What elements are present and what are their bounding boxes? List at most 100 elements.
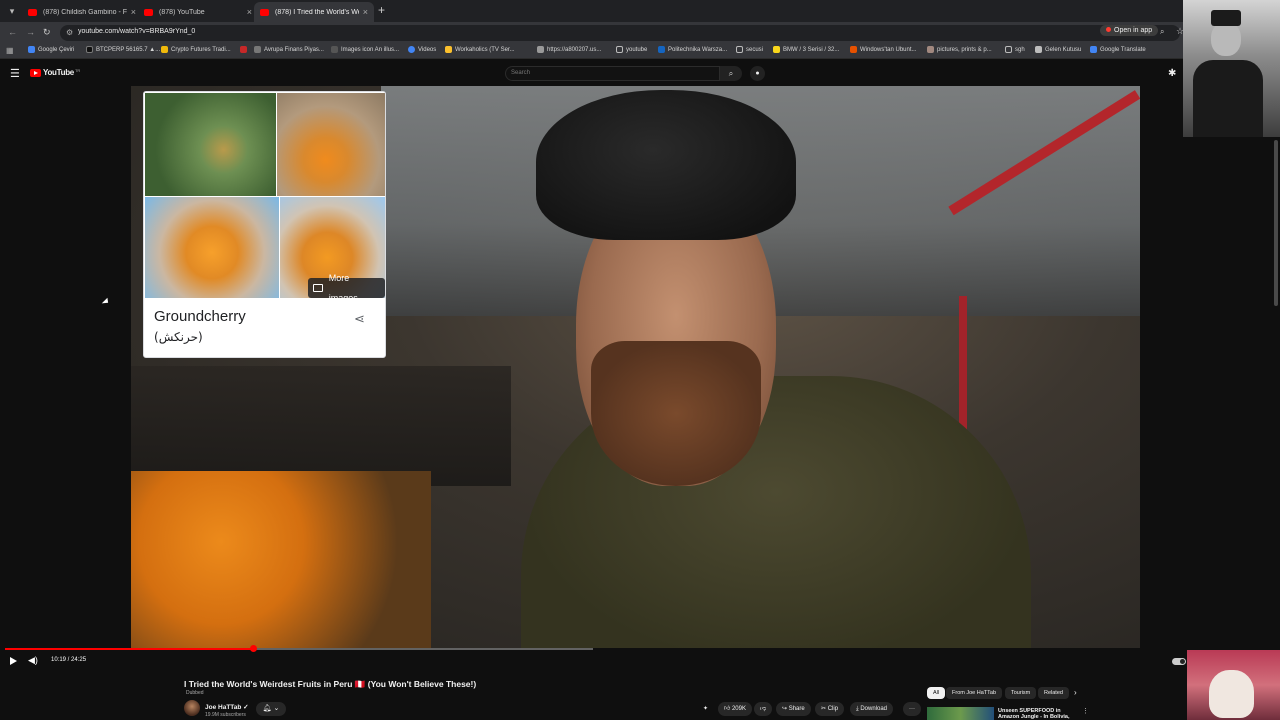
bookmark[interactable]: secusi [736, 46, 763, 53]
share-arrow-icon: ↪ [782, 706, 789, 712]
more-images-button[interactable]: More images [308, 273, 385, 303]
bookmark[interactable]: Windows'tan Ubunt... [850, 46, 917, 53]
youtube-favicon-icon [260, 8, 269, 16]
play-button[interactable] [10, 657, 17, 665]
bell-icon: 🔔︎ ⌄ [262, 705, 280, 712]
ai-sparkle-icon[interactable]: ✦ [703, 702, 708, 716]
bookmark[interactable]: Crypto Futures Tradi... [161, 46, 231, 53]
bookmark[interactable]: Avrupa Finans Piyas... [254, 46, 324, 53]
search-input[interactable]: Search [505, 66, 720, 81]
card-title: Groundcherry [154, 308, 246, 325]
close-tab-icon[interactable]: × [247, 7, 252, 17]
search-placeholder: Search [511, 70, 531, 76]
share-button[interactable]: ↪ Share [776, 702, 811, 716]
zoom-icon[interactable]: ⌕ [1160, 27, 1164, 37]
tab-search-icon[interactable]: ▾ [4, 3, 20, 19]
subscriber-count: 19.9M subscribers [205, 712, 246, 718]
tab-title: (878) YouTube [159, 8, 205, 16]
site-info-icon[interactable]: ⚙ [66, 28, 73, 37]
figure-head [1211, 22, 1241, 56]
close-tab-icon[interactable]: × [131, 7, 136, 17]
url-text[interactable]: youtube.com/watch?v=BRBA9rYnd_0 [78, 28, 195, 35]
groundcherry-leaves-image[interactable] [145, 93, 276, 196]
microphone-icon: ● [755, 70, 760, 77]
more-actions-button[interactable]: ··· [903, 702, 921, 716]
bookmark[interactable]: sgh [1005, 46, 1025, 53]
tab-youtube[interactable]: (878) YouTube × [138, 2, 258, 22]
progress-fill [5, 648, 254, 650]
bookmark[interactable] [240, 46, 250, 53]
like-button[interactable]: 👍︎ 209K [718, 702, 752, 716]
share-icon[interactable]: ⋖ [354, 311, 365, 327]
forward-arrow-icon[interactable]: → [26, 27, 35, 37]
channel-name[interactable]: Joe HaTTab ✓ [205, 703, 249, 711]
scissors-icon: ✂ [821, 706, 828, 712]
bookmark[interactable]: Workaholics (TV Ser... [445, 46, 515, 53]
bookmark[interactable]: BTCPERP 56165.7 ▲... [86, 46, 160, 53]
bookmark[interactable]: Google Çeviri [28, 46, 74, 53]
market-stall [131, 366, 511, 486]
logo-country: TR [74, 67, 81, 73]
voice-search-button[interactable]: ● [750, 66, 765, 81]
cat-figure [1209, 670, 1254, 718]
search-icon: ⌕ [728, 69, 734, 78]
progress-bar[interactable] [5, 645, 593, 652]
bookmark[interactable]: pictures, prints & p... [927, 46, 992, 53]
player-controls: ◀) 10:19 / 24:25 [0, 652, 1280, 672]
youtube-header: ☰ YouTube TR Search ⌕ ● ✱ [0, 60, 1280, 87]
chip-from-channel[interactable]: From Joe HaTTab [946, 687, 1003, 699]
groundcherry-husks-image[interactable] [277, 93, 385, 196]
screen: ▾ (878) Childish Gambino - Feeli × (878)… [0, 0, 1280, 720]
bookmark[interactable]: Images icon An illus... [331, 46, 399, 53]
bookmark[interactable]: youtube [616, 46, 647, 53]
tab-weirdest-fruits[interactable]: (878) I Tried the World's Weirdes × [254, 2, 374, 22]
app-dot-icon [1106, 27, 1111, 32]
menu-icon[interactable]: ☰ [10, 67, 20, 80]
notification-bell-button[interactable]: 🔔︎ ⌄ [256, 702, 286, 716]
back-arrow-icon[interactable]: ← [8, 27, 17, 37]
webcam-overlay-bottom [1187, 650, 1280, 720]
recommendation-thumbnail[interactable] [927, 707, 994, 720]
person-cap [536, 90, 796, 240]
logo-text: YouTube [43, 68, 74, 77]
bookmark[interactable]: Videos [408, 46, 436, 53]
search-button[interactable]: ⌕ [720, 66, 742, 81]
download-label: Download [860, 706, 888, 712]
download-button[interactable]: ⤓ Download [850, 702, 894, 716]
apps-grid-icon[interactable]: ▦ [6, 46, 14, 55]
reload-icon[interactable]: ↻ [43, 27, 51, 38]
bookmark[interactable]: Google Translate [1090, 46, 1146, 53]
volume-icon[interactable]: ◀) [28, 655, 38, 666]
clip-button[interactable]: ✂ Clip [815, 702, 845, 716]
tab-childish-gambino[interactable]: (878) Childish Gambino - Feeli × [22, 2, 142, 22]
chip-related[interactable]: Related [1038, 687, 1069, 699]
tab-title: (878) Childish Gambino - Feeli [43, 8, 127, 16]
youtube-logo[interactable]: YouTube TR [30, 68, 80, 77]
scrubber-handle[interactable] [250, 645, 258, 652]
settings-icon[interactable]: ✱ [1168, 68, 1176, 79]
chevron-right-icon[interactable]: › [1074, 688, 1077, 697]
chip-all[interactable]: All [927, 687, 946, 699]
dislike-button[interactable]: 👎︎ [754, 702, 773, 716]
new-tab-button[interactable]: + [378, 3, 385, 17]
address-bar-row: ← → ↻ ⚙ youtube.com/watch?v=BRBA9rYnd_0 … [0, 22, 1280, 43]
close-tab-icon[interactable]: × [363, 7, 368, 17]
groundcherry-fruit-image[interactable] [145, 197, 279, 298]
open-in-app-button[interactable]: Open in app [1100, 25, 1159, 36]
scrollbar[interactable] [1274, 140, 1278, 306]
bookmark[interactable]: Politechnika Warsza... [658, 46, 727, 53]
person-beard [591, 341, 761, 486]
more-vert-icon[interactable]: ⋮ [1082, 707, 1089, 715]
open-in-app-label: Open in app [1114, 27, 1153, 34]
bookmark[interactable]: https://a800207.us... [537, 46, 601, 53]
recommendation-title[interactable]: Unseen SUPERFOOD in Amazon Jungle - In B… [998, 708, 1082, 720]
autoplay-toggle[interactable] [1172, 658, 1186, 665]
bookmark[interactable]: BMW / 3 Serisi / 32... [773, 46, 839, 53]
bookmark[interactable]: Gelen Kutusu [1035, 46, 1081, 53]
youtube-play-icon [30, 68, 41, 77]
orange-pile [131, 471, 431, 648]
channel-avatar[interactable] [184, 700, 200, 716]
card-subtitle: (حرنكش) [154, 330, 203, 344]
address-bar[interactable]: ⚙ youtube.com/watch?v=BRBA9rYnd_0 [60, 25, 1180, 41]
chip-tourism[interactable]: Tourism [1005, 687, 1037, 699]
